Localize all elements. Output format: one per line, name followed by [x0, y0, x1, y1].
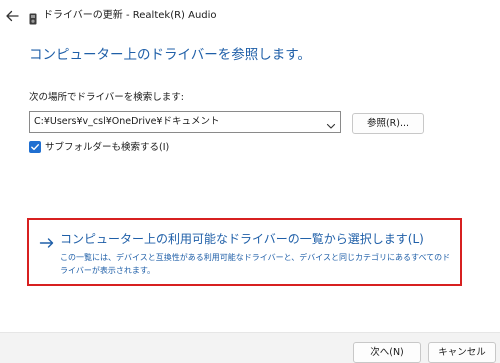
driver-path-combobox[interactable]: C:¥Users¥v_csl¥OneDrive¥ドキュメント [29, 111, 341, 133]
right-arrow-icon [39, 234, 55, 248]
pick-from-list-option[interactable]: コンピューター上の利用可能なドライバーの一覧から選択します(L) この一覧には、… [27, 218, 462, 286]
include-subfolders-checkbox[interactable] [29, 141, 41, 153]
audio-device-icon [29, 10, 37, 25]
cancel-button[interactable]: キャンセル [428, 342, 496, 363]
include-subfolders-label[interactable]: サブフォルダーも検索する(I) [45, 141, 169, 154]
next-button[interactable]: 次へ(N) [353, 342, 421, 363]
page-heading: コンピューター上のドライバーを参照します。 [29, 47, 311, 63]
back-arrow-icon [6, 10, 19, 22]
driver-update-dialog: ドライバーの更新 - Realtek(R) Audio コンピューター上のドライ… [0, 0, 500, 363]
window-title: ドライバーの更新 - Realtek(R) Audio [43, 10, 217, 21]
search-location-label: 次の場所でドライバーを検索します: [29, 92, 185, 103]
pick-from-list-title[interactable]: コンピューター上の利用可能なドライバーの一覧から選択します(L) [60, 230, 424, 248]
driver-path-value: C:¥Users¥v_csl¥OneDrive¥ドキュメント [34, 116, 220, 127]
dialog-footer: 次へ(N) キャンセル [0, 332, 500, 363]
checkmark-icon [31, 144, 39, 151]
chevron-down-icon[interactable] [325, 117, 337, 129]
pick-from-list-description: この一覧には、デバイスと互換性がある利用可能なドライバーと、デバイスと同じカテゴ… [60, 253, 451, 275]
title-bar: ドライバーの更新 - Realtek(R) Audio [0, 0, 500, 32]
back-button[interactable] [3, 8, 21, 24]
browse-button[interactable]: 参照(R)... [352, 113, 424, 134]
